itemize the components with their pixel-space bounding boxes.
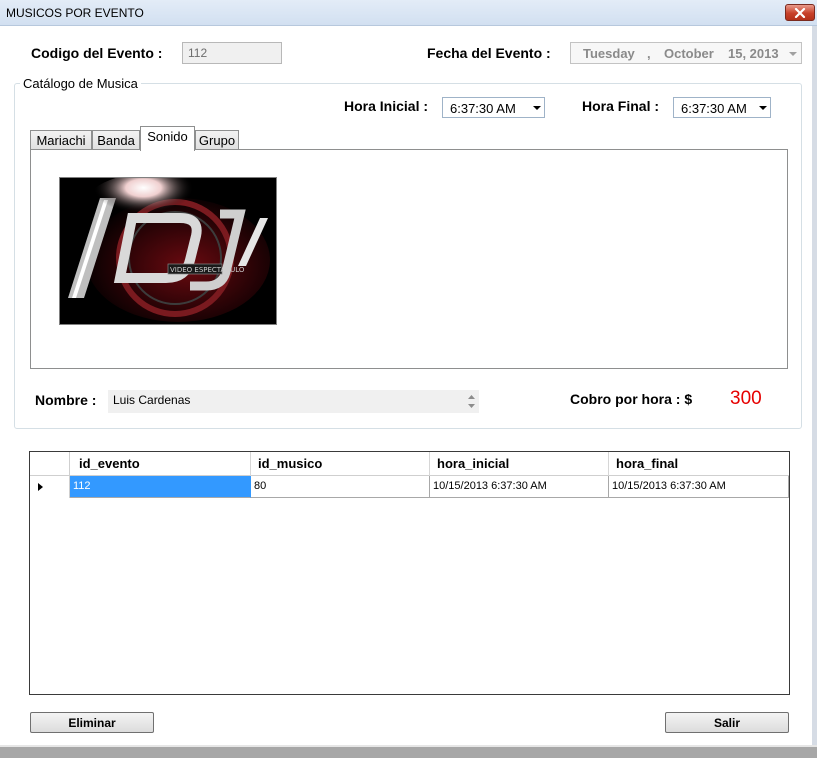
- col-header-id-musico[interactable]: id_musico: [251, 452, 430, 476]
- nombre-label: Nombre :: [35, 392, 97, 408]
- hora-final-value: 6:37:30 AM: [681, 101, 747, 116]
- grid-header: id_evento id_musico hora_inicial hora_fi…: [30, 452, 789, 476]
- close-icon: [794, 7, 806, 18]
- fecha-label: Fecha del Evento :: [427, 45, 551, 61]
- hora-final-label: Hora Final :: [582, 98, 660, 114]
- musicos-grid[interactable]: id_evento id_musico hora_inicial hora_fi…: [29, 451, 790, 695]
- cell-hora-inicial[interactable]: 10/15/2013 6:37:30 AM: [430, 476, 609, 498]
- col-header-id-evento[interactable]: id_evento: [70, 452, 251, 476]
- row-selector[interactable]: [30, 476, 70, 498]
- tab-banda[interactable]: Banda: [92, 130, 140, 150]
- tab-mariachi[interactable]: Mariachi: [30, 130, 92, 150]
- hora-final-picker[interactable]: 6:37:30 AM: [673, 97, 771, 118]
- tab-grupo[interactable]: Grupo: [195, 130, 239, 150]
- table-row[interactable]: 112 80 10/15/2013 6:37:30 AM 10/15/2013 …: [30, 476, 789, 498]
- col-header-hora-inicial[interactable]: hora_inicial: [430, 452, 609, 476]
- window-title: MUSICOS POR EVENTO: [6, 6, 144, 20]
- cell-id-musico[interactable]: 80: [251, 476, 430, 498]
- window-right-border: [812, 26, 817, 746]
- row-pointer-icon: [38, 483, 43, 491]
- fecha-month: October: [664, 46, 714, 61]
- chevron-down-icon[interactable]: [759, 106, 767, 110]
- codigo-label: Codigo del Evento :: [31, 45, 163, 61]
- close-button[interactable]: [785, 4, 815, 21]
- fecha-date-picker[interactable]: Tuesday , October 15, 2013: [570, 42, 802, 64]
- fecha-day: Tuesday: [583, 46, 635, 61]
- grid-corner: [30, 452, 70, 476]
- cobro-label: Cobro por hora : $: [570, 391, 693, 407]
- title-bar: MUSICOS POR EVENTO: [0, 0, 817, 26]
- cell-id-evento[interactable]: 112: [70, 476, 251, 498]
- dj-logo-small-text: VIDEO ESPECTACULO: [170, 266, 245, 274]
- musician-photo: VIDEO ESPECTACULO: [59, 172, 277, 325]
- hora-inicial-label: Hora Inicial :: [344, 98, 429, 114]
- nombre-field[interactable]: Luis Cardenas: [108, 390, 479, 413]
- codigo-field[interactable]: 112: [182, 42, 282, 64]
- catalogo-legend: Catálogo de Musica: [20, 76, 141, 91]
- col-header-hora-final[interactable]: hora_final: [609, 452, 789, 476]
- dj-logo-image: VIDEO ESPECTACULO: [60, 172, 276, 324]
- chevron-down-icon[interactable]: [789, 52, 797, 56]
- fecha-separator: ,: [647, 46, 651, 61]
- salir-button[interactable]: Salir: [665, 712, 789, 733]
- tab-panel-sonido: VIDEO ESPECTACULO: [30, 149, 788, 369]
- hora-inicial-value: 6:37:30 AM: [450, 101, 516, 116]
- cobro-value: 300: [730, 388, 762, 409]
- tab-sonido[interactable]: Sonido: [140, 126, 195, 151]
- codigo-value: 112: [188, 46, 208, 60]
- hora-inicial-picker[interactable]: 6:37:30 AM: [442, 97, 545, 118]
- spinner-arrows-icon[interactable]: [466, 392, 477, 411]
- window-bottom-border: [0, 745, 817, 758]
- nombre-value: Luis Cardenas: [113, 393, 191, 407]
- eliminar-button[interactable]: Eliminar: [30, 712, 154, 733]
- chevron-down-icon[interactable]: [533, 106, 541, 110]
- cell-hora-final[interactable]: 10/15/2013 6:37:30 AM: [609, 476, 789, 498]
- fecha-daynum: 15, 2013: [728, 46, 779, 61]
